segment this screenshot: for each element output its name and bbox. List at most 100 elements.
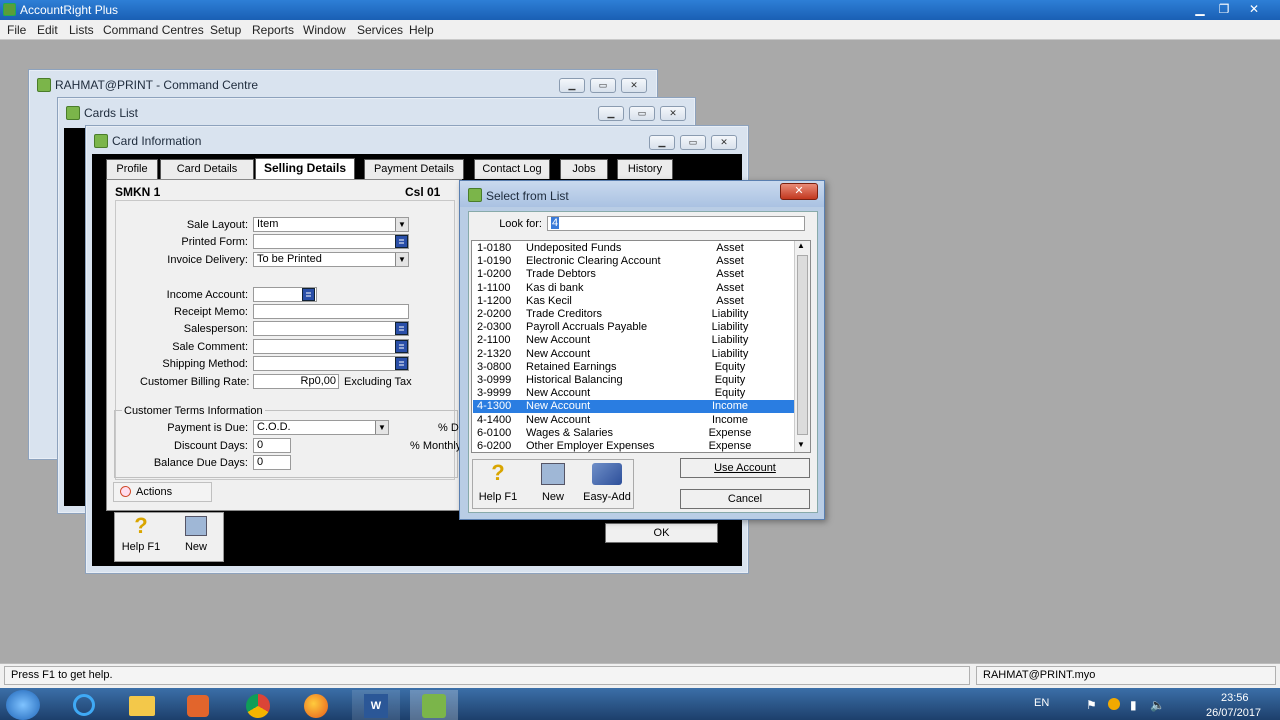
list-item[interactable]: 1-0180 Undeposited Funds Asset — [473, 242, 795, 255]
list-item[interactable]: 1-1100 Kas di bank Asset — [473, 282, 795, 295]
tab-history[interactable]: History — [617, 159, 673, 179]
account-list[interactable]: 1-0180 Undeposited Funds Asset 1-0190 Electr… — [471, 240, 811, 453]
tab-card-details[interactable]: Card Details — [160, 159, 254, 179]
account-type: Equity — [714, 360, 746, 373]
minimize-button[interactable]: ▁ — [649, 135, 675, 150]
payment-due-select[interactable]: C.O.D. — [253, 420, 389, 435]
maximize-button[interactable]: ▭ — [590, 78, 616, 93]
chevron-down-icon[interactable]: ▼ — [395, 218, 408, 231]
list-icon[interactable]: ≣ — [395, 340, 408, 353]
list-item[interactable]: 4-1300 New Account Income — [473, 400, 795, 414]
taskbar-ie[interactable] — [60, 690, 108, 720]
list-item[interactable]: 2-0200 Trade Creditors Liability — [473, 308, 795, 321]
taskbar-media[interactable] — [174, 690, 222, 720]
help-f1-button[interactable]: ? Help F1 — [116, 514, 166, 560]
dialog-help-button[interactable]: ? Help F1 — [474, 461, 522, 507]
minimize-button[interactable]: ▁ — [598, 106, 624, 121]
actions-button[interactable]: Actions — [113, 482, 212, 502]
language-indicator[interactable]: EN — [1034, 697, 1049, 709]
tab-profile[interactable]: Profile — [106, 159, 158, 179]
tab-selling-details[interactable]: Selling Details — [255, 158, 355, 180]
menu-help[interactable]: Help — [409, 23, 434, 37]
list-item[interactable]: 6-0200 Other Employer Expenses Expense — [473, 440, 795, 452]
help-f1-label: Help F1 — [121, 541, 161, 553]
dialog-close-button[interactable]: ✕ — [780, 183, 818, 200]
flag-icon[interactable]: ⚑ — [1086, 698, 1097, 712]
tray-app-icon[interactable] — [1108, 698, 1120, 710]
taskbar-word[interactable]: W — [352, 690, 400, 720]
balance-due-field[interactable]: 0 — [253, 455, 291, 470]
clock-time[interactable]: 23:56 — [1221, 692, 1249, 704]
invoice-delivery-select[interactable]: To be Printed — [253, 252, 409, 267]
list-item[interactable]: 2-0300 Payroll Accruals Payable Liability — [473, 321, 795, 334]
look-for-input[interactable]: 4 — [547, 216, 805, 231]
menu-services[interactable]: Services — [357, 23, 403, 37]
list-item[interactable]: 2-1320 New Account Liability — [473, 348, 795, 361]
menu-edit[interactable]: Edit — [37, 23, 58, 37]
use-account-button[interactable]: Use Account — [680, 458, 810, 478]
tab-jobs[interactable]: Jobs — [560, 159, 608, 179]
close-icon[interactable]: ✕ — [1242, 1, 1266, 18]
tab-contact-log[interactable]: Contact Log — [474, 159, 550, 179]
start-button[interactable] — [6, 690, 40, 720]
ok-button[interactable]: OK — [605, 523, 718, 543]
menu-reports[interactable]: Reports — [252, 23, 294, 37]
list-item[interactable]: 3-0999 Historical Balancing Equity — [473, 374, 795, 387]
new-card-button[interactable]: New — [171, 514, 221, 560]
sale-layout-select[interactable]: Item — [253, 217, 409, 232]
restore-icon[interactable]: ❐ — [1212, 1, 1236, 18]
taskbar-explorer[interactable] — [118, 690, 166, 720]
close-button[interactable]: ✕ — [660, 106, 686, 121]
list-item[interactable]: 6-0100 Wages & Salaries Expense — [473, 427, 795, 440]
list-icon[interactable]: ≣ — [395, 322, 408, 335]
list-item[interactable]: 1-1200 Kas Kecil Asset — [473, 295, 795, 308]
receipt-memo-field[interactable] — [253, 304, 409, 319]
list-item[interactable]: 1-0200 Trade Debtors Asset — [473, 268, 795, 281]
menu-file[interactable]: File — [7, 23, 26, 37]
close-button[interactable]: ✕ — [711, 135, 737, 150]
dialog-new-button[interactable]: New — [528, 461, 578, 507]
close-button[interactable]: ✕ — [621, 78, 647, 93]
account-type: Expense — [708, 426, 752, 439]
scroll-thumb[interactable] — [797, 255, 808, 435]
account-code: 1-1200 — [477, 294, 512, 307]
menu-setup[interactable]: Setup — [210, 23, 241, 37]
volume-icon[interactable]: 🔈 — [1150, 698, 1165, 712]
scroll-up-icon[interactable]: ▲ — [797, 241, 805, 250]
list-item[interactable]: 3-9999 New Account Equity — [473, 387, 795, 400]
menu-lists[interactable]: Lists — [69, 23, 94, 37]
chevron-down-icon[interactable]: ▼ — [375, 421, 388, 434]
sale-comment-field[interactable] — [253, 339, 409, 354]
minimize-icon[interactable]: ▁ — [1188, 1, 1212, 18]
maximize-button[interactable]: ▭ — [629, 106, 655, 121]
billing-rate-field[interactable]: Rp0,00 — [253, 374, 339, 389]
taskbar-chrome[interactable] — [234, 690, 282, 720]
cancel-button[interactable]: Cancel — [680, 489, 810, 509]
chevron-down-icon[interactable]: ▼ — [395, 253, 408, 266]
list-item[interactable]: 3-0800 Retained Earnings Equity — [473, 361, 795, 374]
maximize-button[interactable]: ▭ — [680, 135, 706, 150]
network-icon[interactable]: ▮ — [1130, 698, 1137, 712]
window-icon — [66, 106, 80, 120]
taskbar-firefox[interactable] — [292, 690, 340, 720]
printed-form-field[interactable] — [253, 234, 409, 249]
shipping-method-field[interactable] — [253, 356, 409, 371]
scrollbar[interactable]: ▲ ▼ — [794, 241, 810, 452]
clock-date[interactable]: 26/07/2017 — [1206, 707, 1261, 719]
list-icon[interactable]: ≣ — [395, 357, 408, 370]
easy-add-button[interactable]: Easy-Add — [582, 461, 632, 507]
taskbar-accountright[interactable] — [410, 690, 458, 720]
list-icon[interactable]: ≣ — [302, 288, 315, 301]
salesperson-field[interactable] — [253, 321, 409, 336]
dialog-help-label: Help F1 — [478, 491, 518, 503]
scroll-down-icon[interactable]: ▼ — [797, 440, 805, 449]
list-item[interactable]: 1-0190 Electronic Clearing Account Asset — [473, 255, 795, 268]
menu-window[interactable]: Window — [303, 23, 346, 37]
list-icon[interactable]: ≣ — [395, 235, 408, 248]
discount-days-field[interactable]: 0 — [253, 438, 291, 453]
list-item[interactable]: 4-1400 New Account Income — [473, 414, 795, 427]
list-item[interactable]: 2-1100 New Account Liability — [473, 334, 795, 347]
menu-command-centres[interactable]: Command Centres — [103, 23, 204, 37]
tab-payment-details[interactable]: Payment Details — [364, 159, 464, 179]
minimize-button[interactable]: ▁ — [559, 78, 585, 93]
